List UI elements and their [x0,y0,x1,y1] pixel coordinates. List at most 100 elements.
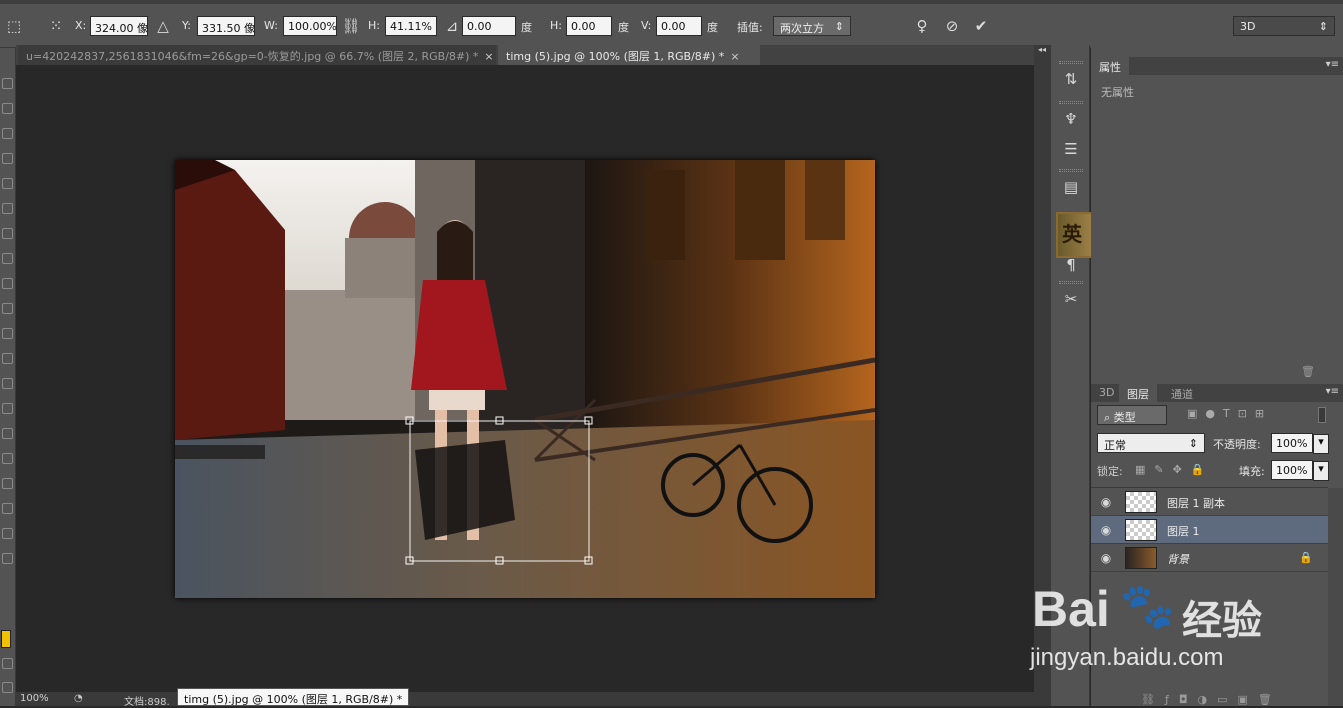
tool-presets-panel-icon[interactable]: ✂ [1061,289,1081,309]
tab-channels[interactable]: 通道 [1163,384,1201,402]
angle-field[interactable]: 0.00 [462,16,516,36]
y-field[interactable]: 331.50 像 [197,16,255,36]
paragraph-panel-icon[interactable]: ¶ [1061,255,1081,275]
tab-3d[interactable]: 3D [1091,384,1122,402]
history-brush-tool-icon[interactable] [2,303,13,314]
screen-mode-icon[interactable] [2,682,13,693]
status-menu-icon[interactable]: ◔ [74,693,83,704]
crop-tool-icon[interactable] [2,178,13,189]
layer-actions-icons[interactable]: ⛓ƒ◘◑▭▣🗑 [1141,693,1282,706]
interpolation-value: 两次立方 [780,22,824,35]
vskew-field[interactable]: 0.00 [656,16,702,36]
delta-icon[interactable]: △ [153,16,173,36]
interpolation-select[interactable]: 两次立方 ⇕ [773,16,851,36]
filter-type-icons[interactable]: ▣●T⊡⊞ [1187,407,1272,420]
eraser-tool-icon[interactable] [2,328,13,339]
dock-grip[interactable] [1059,281,1083,284]
layer-thumbnail [1125,547,1157,569]
layer-name[interactable]: 背景 [1167,551,1189,567]
options-bar: ⬚ ⁙ X: 324.00 像 △ Y: 331.50 像 W: 100.00%… [0,0,1343,48]
angle-icon: ⊿ [445,17,459,35]
stamp-tool-icon[interactable] [2,278,13,289]
panel-menu-icon[interactable]: ▾≡ [1326,59,1339,70]
gradient-tool-icon[interactable] [2,353,13,364]
cancel-transform-icon[interactable]: ⊘ [942,16,962,36]
hskew-label: H: [550,19,562,32]
path-select-tool-icon[interactable] [2,478,13,489]
close-icon[interactable]: × [484,50,493,63]
warp-mode-icon[interactable]: ♀ [912,16,932,36]
layer-row[interactable]: ◉ 背景 🔒 [1091,544,1328,572]
blend-mode-value: 正常 [1104,439,1126,452]
layer-name[interactable]: 图层 1 [1167,523,1200,539]
panel-menu-icon[interactable]: ▾≡ [1326,386,1339,397]
doc-tab-2[interactable]: timg (5).jpg @ 100% (图层 1, RGB/8#) * × [498,45,760,65]
zoom-level[interactable]: 100% [20,693,49,704]
foreground-color-swatch[interactable] [1,630,11,648]
transform-tool-icon[interactable]: ⬚ [4,16,24,36]
reference-point-icon[interactable]: ⁙ [46,16,66,36]
quick-mask-icon[interactable] [2,658,13,669]
interpolation-label: 插值: [737,21,763,34]
close-icon[interactable]: × [730,50,739,63]
link-icon[interactable]: ⛓ [341,16,361,36]
quick-select-tool-icon[interactable] [2,153,13,164]
filter-toggle[interactable] [1318,407,1326,423]
healing-tool-icon[interactable] [2,228,13,239]
marquee-tool-icon[interactable] [2,103,13,114]
blend-mode-select[interactable]: 正常 ⇕ [1097,433,1205,453]
lasso-tool-icon[interactable] [2,128,13,139]
brush-tool-icon[interactable] [2,253,13,264]
document-canvas[interactable] [175,160,875,598]
move-tool-icon[interactable] [2,78,13,89]
eye-icon[interactable]: ◉ [1099,551,1113,565]
layer-filter-select[interactable]: ⌕ 类型 [1097,405,1167,425]
x-label: X: [75,19,87,32]
opacity-field[interactable]: 100% [1271,433,1313,453]
commit-transform-icon[interactable]: ✔ [971,16,991,36]
vskew-label: V: [641,19,652,32]
pen-tool-icon[interactable] [2,428,13,439]
layer-row[interactable]: ◉ 图层 1 [1091,516,1328,544]
chevron-down-icon[interactable]: ▾ [1313,434,1329,454]
chevron-down-icon[interactable]: ▾ [1313,461,1329,481]
trash-icon[interactable]: 🗑 [1301,365,1315,378]
dock-grip[interactable] [1059,169,1083,172]
history-panel-icon[interactable]: ⇅ [1061,69,1081,89]
adjustments-panel-icon[interactable]: ☰ [1061,139,1081,159]
layer-name[interactable]: 图层 1 副本 [1167,495,1225,511]
collapse-icon[interactable]: ◂◂ [1038,45,1046,54]
h-field[interactable]: 41.11% [385,16,437,36]
hskew-field[interactable]: 0.00 [566,16,612,36]
degree-label: 度 [521,21,532,34]
w-field[interactable]: 100.00% [283,16,337,36]
search-icon: ⌕ [1104,411,1111,424]
brush-panel-icon[interactable]: ♆ [1061,109,1081,129]
watermark-brand-cn: 经验 [1182,598,1262,644]
workspace-select[interactable]: 3D ⇕ [1233,16,1335,36]
dock-grip[interactable] [1059,61,1083,64]
w-label: W: [264,19,278,32]
opacity-label: 不透明度: [1213,438,1261,451]
y-label: Y: [182,19,191,32]
doc-tab-1[interactable]: u=420242837,2561831046&fm=26&gp=0-恢复的.jp… [18,45,496,65]
eyedropper-tool-icon[interactable] [2,203,13,214]
eye-icon[interactable]: ◉ [1099,495,1113,509]
blur-tool-icon[interactable] [2,378,13,389]
tab-properties[interactable]: 属性 [1091,57,1129,75]
lock-options-icons[interactable]: ▦✎✥🔒 [1135,463,1214,476]
x-field[interactable]: 324.00 像 [90,16,148,36]
vskew-degree-label: 度 [707,21,718,34]
type-tool-icon[interactable] [2,453,13,464]
fill-field[interactable]: 100% [1271,460,1313,480]
tab-layers[interactable]: 图层 [1119,384,1157,402]
zoom-tool-icon[interactable] [2,553,13,564]
dock-grip[interactable] [1059,101,1083,104]
dodge-tool-icon[interactable] [2,403,13,414]
layer-row[interactable]: ◉ 图层 1 副本 [1091,488,1328,516]
hand-tool-icon[interactable] [2,528,13,539]
shape-tool-icon[interactable] [2,503,13,514]
eye-icon[interactable]: ◉ [1099,523,1113,537]
layers-scrollbar[interactable] [1328,488,1343,706]
clone-source-panel-icon[interactable]: ▤ [1061,177,1081,197]
